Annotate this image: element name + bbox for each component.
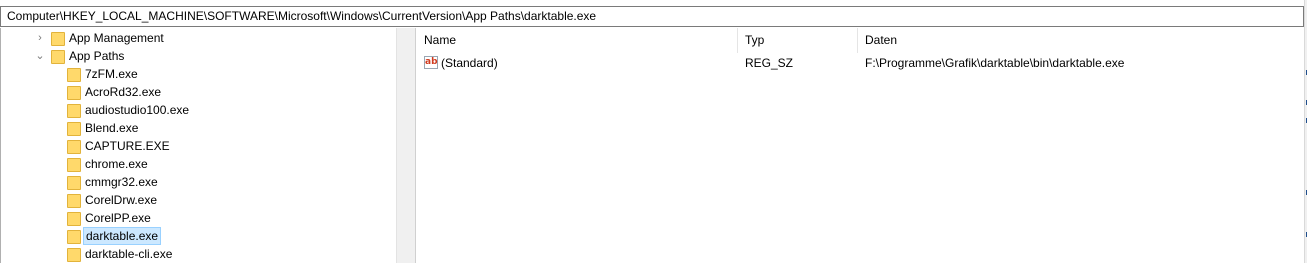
tree-node-label: 7zFM.exe bbox=[85, 67, 138, 81]
tree-node-7zfm[interactable]: 7zFM.exe bbox=[1, 65, 396, 83]
tree-node-app-management[interactable]: › App Management bbox=[1, 29, 396, 47]
chevron-right-icon[interactable]: › bbox=[35, 29, 45, 47]
value-name: (Standard) bbox=[441, 56, 498, 70]
registry-editor-window: Computer\HKEY_LOCAL_MACHINE\SOFTWARE\Mic… bbox=[0, 0, 1307, 263]
folder-icon bbox=[67, 247, 81, 262]
tree-node-label: darktable.exe bbox=[83, 227, 162, 245]
folder-icon bbox=[67, 85, 81, 100]
tree-node-cmmgr32[interactable]: cmmgr32.exe bbox=[1, 173, 396, 191]
folder-icon bbox=[67, 211, 81, 226]
folder-icon bbox=[67, 229, 81, 244]
tree-node-label: Blend.exe bbox=[85, 121, 139, 135]
column-header-data[interactable]: Daten bbox=[858, 28, 1304, 53]
folder-icon bbox=[67, 121, 81, 136]
tree-node-label: CorelDrw.exe bbox=[85, 193, 158, 207]
tree-node-capture[interactable]: CAPTURE.EXE bbox=[1, 137, 396, 155]
column-header-label: Daten bbox=[865, 33, 898, 47]
chevron-down-icon[interactable]: ⌄ bbox=[35, 47, 45, 65]
tree-node-label: CAPTURE.EXE bbox=[85, 139, 170, 153]
column-header-type[interactable]: Typ bbox=[738, 28, 858, 53]
tree-node-label: chrome.exe bbox=[85, 157, 148, 171]
address-path: Computer\HKEY_LOCAL_MACHINE\SOFTWARE\Mic… bbox=[7, 9, 597, 23]
tree-node-label: AcroRd32.exe bbox=[85, 85, 162, 99]
tree-node-darktable-cli[interactable]: darktable-cli.exe bbox=[1, 245, 396, 263]
column-header-label: Typ bbox=[745, 33, 765, 47]
tree-node-label: audiostudio100.exe bbox=[85, 103, 190, 117]
tree-node-app-paths[interactable]: ⌄ App Paths bbox=[1, 47, 396, 65]
folder-icon bbox=[51, 49, 65, 64]
tree-node-label: darktable-cli.exe bbox=[85, 247, 173, 261]
tree-node-label: CorelPP.exe bbox=[85, 211, 151, 225]
pane-splitter[interactable] bbox=[413, 28, 416, 263]
string-value-icon: ab bbox=[424, 56, 438, 69]
value-row[interactable]: ab (Standard) REG_SZ F:\Programme\Grafik… bbox=[417, 54, 1304, 72]
tree-node-label: App Management bbox=[69, 31, 164, 45]
tree-node-label: cmmgr32.exe bbox=[85, 175, 158, 189]
folder-icon bbox=[67, 193, 81, 208]
tree-node-label: App Paths bbox=[69, 49, 125, 63]
folder-icon bbox=[67, 67, 81, 82]
values-list-panel[interactable]: Name Typ Daten ab (Standard) REG_SZ F:\P… bbox=[417, 28, 1304, 263]
tree-node-coreldrw[interactable]: CorelDrw.exe bbox=[1, 191, 396, 209]
folder-icon bbox=[51, 31, 65, 46]
address-bar[interactable]: Computer\HKEY_LOCAL_MACHINE\SOFTWARE\Mic… bbox=[0, 6, 1304, 27]
folder-icon bbox=[67, 157, 81, 172]
value-data: F:\Programme\Grafik\darktable\bin\darkta… bbox=[865, 56, 1125, 70]
column-header-label: Name bbox=[424, 33, 457, 47]
column-header-name[interactable]: Name bbox=[417, 28, 738, 53]
folder-icon bbox=[67, 139, 81, 154]
tree-node-blend[interactable]: Blend.exe bbox=[1, 119, 396, 137]
tree-vertical-scrollbar[interactable] bbox=[396, 28, 413, 263]
tree-node-audiostudio100[interactable]: audiostudio100.exe bbox=[1, 101, 396, 119]
tree-node-chrome[interactable]: chrome.exe bbox=[1, 155, 396, 173]
value-type: REG_SZ bbox=[745, 56, 794, 70]
folder-icon bbox=[67, 175, 81, 190]
folder-icon bbox=[67, 103, 81, 118]
tree-node-darktable[interactable]: darktable.exe bbox=[1, 227, 396, 245]
tree-node-corelpp[interactable]: CorelPP.exe bbox=[1, 209, 396, 227]
key-tree-panel[interactable]: › App Management ⌄ App Paths 7zFM.exe Ac… bbox=[0, 28, 396, 263]
tree-node-acrord32[interactable]: AcroRd32.exe bbox=[1, 83, 396, 101]
